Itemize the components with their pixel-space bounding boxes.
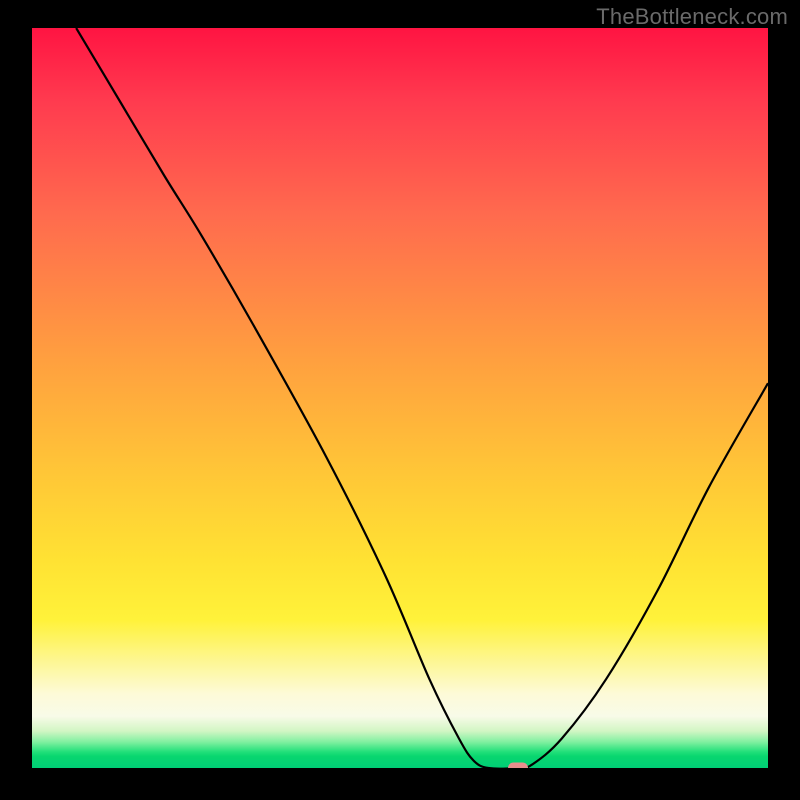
watermark-label: TheBottleneck.com — [596, 4, 788, 30]
optimal-marker — [508, 763, 528, 769]
plot-area — [32, 28, 768, 768]
curve-path — [76, 28, 768, 768]
chart-frame: TheBottleneck.com — [0, 0, 800, 800]
bottleneck-curve — [32, 28, 768, 768]
